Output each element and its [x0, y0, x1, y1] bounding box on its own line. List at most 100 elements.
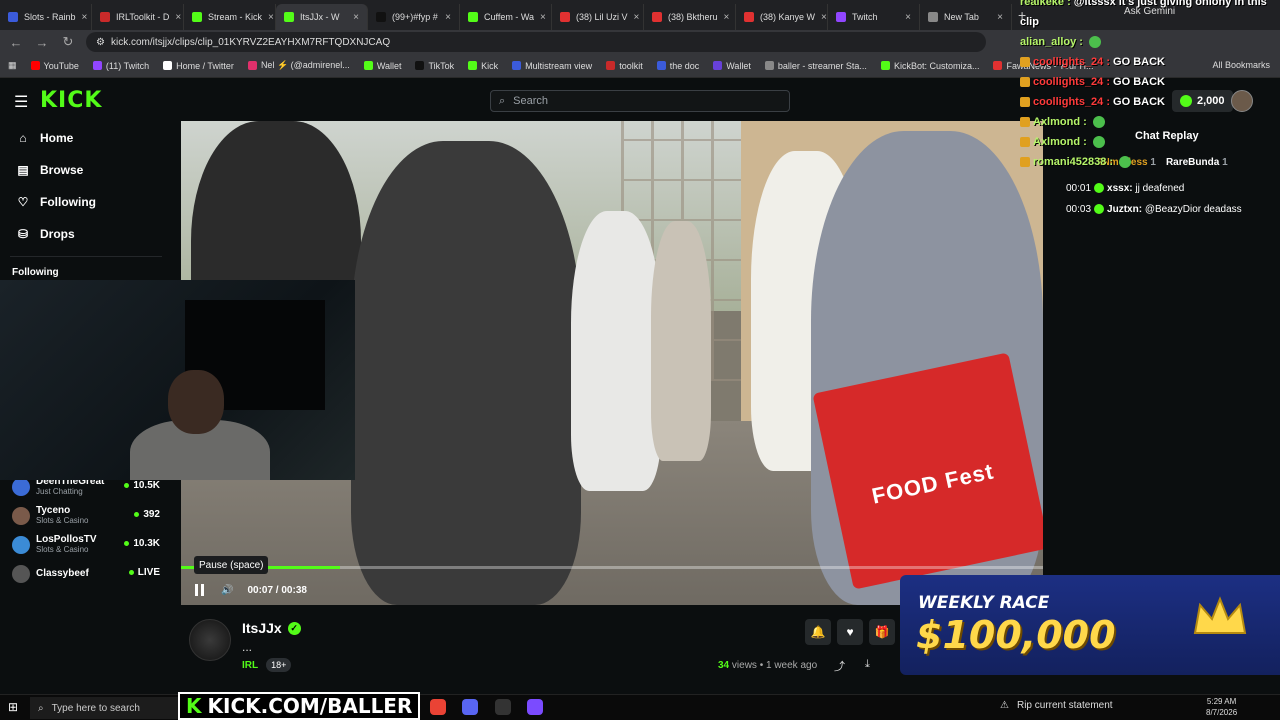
following-channel[interactable]: Classybeef LIVE	[0, 559, 172, 588]
close-tab-icon[interactable]: ×	[353, 12, 359, 23]
channel-name[interactable]: ItsJJx	[242, 620, 282, 636]
bookmark-item[interactable]: baller - streamer Sta...	[764, 61, 867, 71]
close-tab-icon[interactable]: ×	[268, 12, 274, 23]
bookmark-item[interactable]: KickBot: Customiza...	[880, 60, 980, 71]
follow-heart-button[interactable]: ♥	[837, 619, 863, 645]
bookmark-item[interactable]: (11) Twitch	[92, 60, 150, 71]
ask-gemini-button[interactable]: Ask Gemini	[1124, 6, 1175, 17]
view-info: 34 views • 1 week ago	[718, 660, 817, 671]
sidebar-item-following[interactable]: ♡ Following	[0, 186, 172, 218]
browser-tab[interactable]: (38) Kanye W ×	[736, 4, 828, 30]
browser-tab[interactable]: ItsJJx - W ×	[276, 4, 368, 30]
browser-tab[interactable]: Cuffem - Wa ×	[460, 4, 552, 30]
chat-username[interactable]: xssx:	[1107, 183, 1133, 194]
sidebar-item-label: Browse	[40, 163, 84, 177]
close-tab-icon[interactable]: ×	[634, 12, 640, 23]
close-tab-icon[interactable]: ×	[445, 12, 451, 23]
close-tab-icon[interactable]: ×	[175, 12, 181, 23]
tab-favicon-icon	[652, 12, 662, 22]
system-tray: ⚠ Rip current statement	[1000, 700, 1113, 711]
overlay-chat-line: alian_alloy :	[1020, 36, 1101, 48]
kick-logo[interactable]: KICK	[40, 88, 102, 113]
tab-label: (99+)#fyp #	[392, 12, 438, 22]
pause-tooltip: Pause (space)	[194, 556, 269, 574]
browser-tab[interactable]: IRLToolkit - D ×	[92, 4, 184, 30]
taskbar-search[interactable]: ⌕ Type here to search	[30, 697, 180, 719]
overlay-chat-username: Axlmond :	[1033, 116, 1087, 128]
bookmark-item[interactable]: Kick	[468, 61, 498, 71]
stream-overlay-chat: realkeke : @itsssx it's just giving onlon…	[1020, 0, 1280, 170]
bookmark-item[interactable]: Wallet	[363, 61, 401, 71]
tab-label: Twitch	[852, 12, 878, 22]
discord-taskbar-icon[interactable]	[462, 699, 478, 715]
emote-icon	[1088, 36, 1101, 48]
tab-favicon-icon	[284, 12, 294, 22]
viewer-count-value: 392	[143, 509, 160, 520]
bookmark-item[interactable]: Nel ⚡ (@admirenel...	[247, 60, 350, 71]
close-tab-icon[interactable]: ×	[821, 12, 827, 23]
share-icon[interactable]: ⤴	[834, 658, 845, 674]
bookmark-item[interactable]: Home / Twitter	[163, 61, 234, 71]
browser-tab[interactable]: Slots - Rainb ×	[0, 4, 92, 30]
bookmark-favicon-icon	[468, 61, 478, 70]
bookmark-favicon-icon	[30, 61, 40, 70]
browser-tab[interactable]: (38) Lil Uzi V ×	[552, 4, 644, 30]
chrome-taskbar-icon[interactable]	[430, 699, 446, 715]
bookmark-item[interactable]: the doc	[656, 61, 699, 71]
category-link[interactable]: IRL	[242, 660, 258, 671]
close-tab-icon[interactable]: ×	[997, 12, 1003, 23]
tab-label: New Tab	[944, 12, 979, 22]
channel-avatar[interactable]	[189, 619, 231, 661]
close-tab-icon[interactable]: ×	[905, 12, 911, 23]
menu-icon[interactable]: ☰	[14, 92, 28, 112]
bookmark-label: KickBot: Customiza...	[893, 60, 980, 71]
bookmark-item[interactable]: TikTok	[415, 61, 454, 71]
badge-icon	[1020, 157, 1030, 167]
app-taskbar-icon[interactable]	[527, 699, 543, 715]
forward-icon[interactable]: →	[34, 35, 50, 50]
bookmark-item[interactable]: Wallet	[713, 61, 751, 71]
badge-icon	[1020, 137, 1030, 147]
following-channel[interactable]: Tyceno Slots & Casino 392	[0, 501, 172, 530]
following-channel[interactable]: LosPollosTV Slots & Casino 10.3K	[0, 530, 172, 559]
viewer-count: 10.3K	[124, 538, 160, 549]
browser-tab[interactable]: New Tab ×	[920, 4, 1012, 30]
uploaded-time: • 1 week ago	[759, 660, 818, 671]
notification-bell-button[interactable]: 🔔	[805, 619, 831, 645]
pause-button[interactable]	[195, 584, 207, 596]
close-tab-icon[interactable]: ×	[540, 12, 546, 23]
volume-icon[interactable]: 🔊	[221, 585, 233, 596]
browser-tab[interactable]: (38) Bktheru ×	[644, 4, 736, 30]
avatar	[12, 564, 30, 583]
sidebar-item-drops[interactable]: ⛁ Drops	[0, 218, 172, 250]
browser-tab[interactable]: (99+)#fyp # ×	[368, 4, 460, 30]
tab-favicon-icon	[468, 12, 478, 22]
obs-taskbar-icon[interactable]	[495, 699, 511, 715]
browser-tab[interactable]: Twitch ×	[828, 4, 920, 30]
video-progress-bar[interactable]	[181, 566, 1043, 569]
browser-tab[interactable]: Stream - Kick ×	[184, 4, 276, 30]
download-icon[interactable]: ⤓	[865, 658, 870, 671]
chat-username[interactable]: Juztxn:	[1107, 204, 1142, 215]
sidebar-item-browse[interactable]: ▤ Browse	[0, 154, 172, 186]
close-tab-icon[interactable]: ×	[82, 12, 88, 23]
kick-url-banner: K KICK.COM/BALLER	[178, 692, 421, 720]
bookmark-item[interactable]: Multistream view	[512, 61, 592, 71]
search-input[interactable]: ⌕ Search	[490, 90, 790, 112]
site-info-icon[interactable]: ⚙	[96, 37, 105, 48]
url-field[interactable]: ⚙ kick.com/itsjjx/clips/clip_01KYRVZ2EAY…	[86, 32, 986, 52]
viewer-count-value: 10.5K	[133, 480, 160, 491]
warning-icon[interactable]: ⚠	[1000, 700, 1009, 711]
bookmark-item[interactable]: YouTube	[30, 61, 79, 71]
gift-button[interactable]: 🎁	[869, 619, 895, 645]
reload-icon[interactable]: ↻	[60, 34, 76, 50]
windows-start-icon[interactable]: ⊞	[8, 700, 18, 714]
sidebar-item-home[interactable]: ⌂ Home	[0, 122, 172, 154]
bookmark-label: (11) Twitch	[105, 60, 150, 71]
close-tab-icon[interactable]: ×	[724, 12, 730, 23]
back-icon[interactable]: ←	[8, 35, 24, 50]
channel-category: Slots & Casino	[36, 516, 89, 525]
bookmark-item[interactable]: toolkit	[606, 61, 643, 71]
taskbar-clock[interactable]: 5:29 AM 8/7/2026	[1206, 696, 1237, 718]
apps-icon[interactable]: ▦	[8, 60, 17, 71]
